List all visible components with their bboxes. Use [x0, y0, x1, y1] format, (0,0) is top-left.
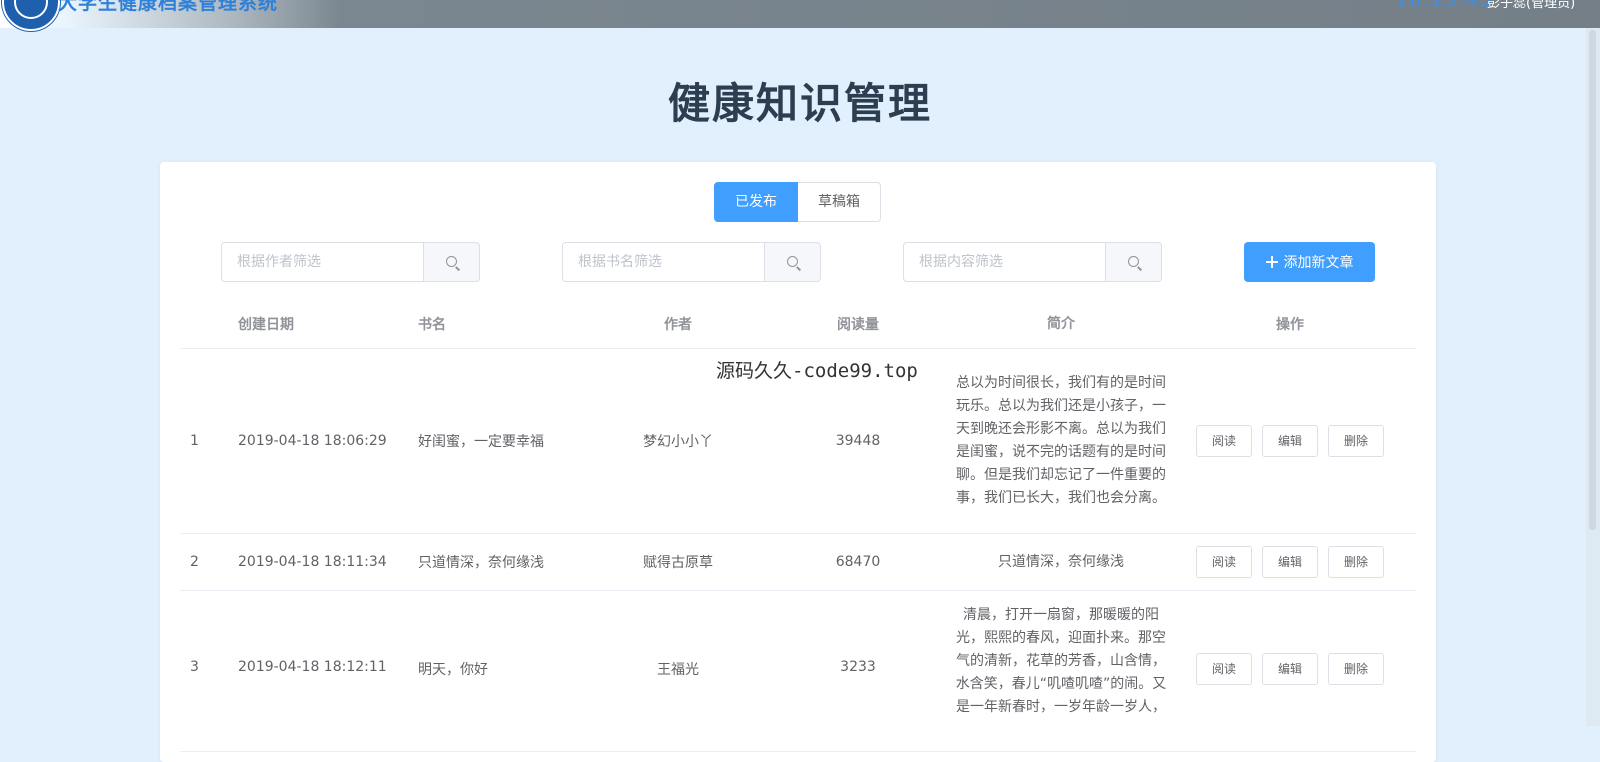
content-search-button[interactable]	[1105, 242, 1162, 282]
row-date: 2019-04-18 18:06:29	[238, 433, 387, 449]
author-search-button[interactable]	[423, 242, 480, 282]
system-title: 大学生健康档案管理系统	[58, 0, 279, 14]
row-reads: 39448	[835, 433, 881, 449]
row-actions: 阅读 编辑 删除	[1174, 546, 1406, 578]
read-button[interactable]: 阅读	[1196, 546, 1252, 578]
table-row: 2 2019-04-18 18:11:34 只道情深，奈何缘浅 赋得古原草 68…	[180, 534, 1416, 591]
row-reads: 68470	[835, 554, 881, 570]
watermark-text: 源码久久-code99.top	[716, 360, 918, 382]
row-intro: 清晨，打开一扇窗，那暖暖的阳光，熙熙的春风，迎面扑来。那空气的清新，花草的芳香，…	[955, 607, 1167, 715]
row-index: 1	[190, 433, 199, 449]
delete-button[interactable]: 删除	[1328, 653, 1384, 685]
content-filter-input[interactable]	[903, 242, 1105, 282]
book-filter-input[interactable]	[562, 242, 764, 282]
university-logo-icon	[2, 0, 60, 31]
row-actions: 阅读 编辑 删除	[1174, 425, 1406, 457]
book-search-button[interactable]	[764, 242, 821, 282]
row-book: 好闺蜜，一定要幸福	[418, 434, 544, 450]
header-date: 创建日期	[238, 317, 294, 333]
tab-published[interactable]: 已发布	[714, 182, 798, 222]
add-article-label: 添加新文章	[1283, 255, 1354, 271]
row-author: 梦幻小小丫	[643, 434, 713, 450]
tab-drafts[interactable]: 草稿箱	[798, 182, 881, 222]
header-author: 作者	[664, 317, 692, 333]
edit-button[interactable]: 编辑	[1262, 546, 1318, 578]
header-intro: 简介	[1047, 315, 1075, 332]
edit-button[interactable]: 编辑	[1262, 425, 1318, 457]
user-menu[interactable]: 彭子蕊(管理员)	[1487, 0, 1575, 11]
clock: 16:13:45	[1395, 0, 1493, 11]
search-icon	[787, 256, 798, 267]
delete-button[interactable]: 删除	[1328, 546, 1384, 578]
edit-button[interactable]: 编辑	[1262, 653, 1318, 685]
row-book: 只道情深，奈何缘浅	[418, 555, 544, 571]
row-book: 明天，你好	[418, 662, 488, 678]
top-bar: 大学生健康档案管理系统 16:13:45 彭子蕊(管理员)	[0, 0, 1600, 31]
read-button[interactable]: 阅读	[1196, 425, 1252, 457]
author-filter	[221, 242, 480, 282]
add-article-button[interactable]: 添加新文章	[1244, 242, 1375, 282]
publish-tabs: 已发布 草稿箱	[714, 182, 881, 222]
page-title: 健康知识管理	[667, 79, 932, 128]
row-index: 2	[190, 554, 199, 570]
header-ops: 操作	[1276, 317, 1304, 333]
delete-button[interactable]: 删除	[1328, 425, 1384, 457]
row-author: 赋得古原草	[643, 555, 713, 571]
plus-icon	[1265, 256, 1278, 268]
author-filter-input[interactable]	[221, 242, 423, 282]
read-button[interactable]: 阅读	[1196, 653, 1252, 685]
search-icon	[446, 256, 457, 267]
search-icon	[1128, 256, 1139, 267]
header-reads: 阅读量	[837, 317, 879, 333]
row-date: 2019-04-18 18:12:11	[238, 659, 387, 675]
row-date: 2019-04-18 18:11:34	[238, 554, 387, 570]
table-header: 创建日期 书名 作者 阅读量 简介 操作	[180, 300, 1416, 349]
content-card: 已发布 草稿箱 添加新文章 创建日期 书名 作者 阅读量 简介 操作	[160, 162, 1436, 762]
book-filter	[562, 242, 821, 282]
row-actions: 阅读 编辑 删除	[1174, 591, 1406, 685]
content-filter	[903, 242, 1162, 282]
row-intro: 总以为时间很长，我们有的是时间玩乐。总以为我们还是小孩子，一天到晚还会形影不离。…	[956, 375, 1166, 506]
row-intro: 只道情深，奈何缘浅	[998, 553, 1124, 570]
table-row: 3 2019-04-18 18:12:11 明天，你好 王福光 3233 清晨，…	[180, 591, 1416, 752]
header-book: 书名	[418, 317, 446, 333]
row-index: 3	[190, 659, 199, 675]
row-author: 王福光	[657, 662, 699, 678]
row-reads: 3233	[840, 659, 876, 675]
